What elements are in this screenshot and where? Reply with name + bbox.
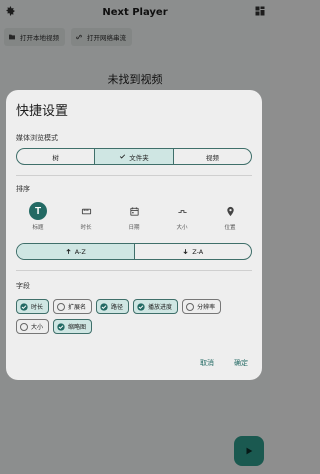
- fields-row: 时长 扩展名 路径 播放进度 分辨率: [16, 299, 252, 314]
- unchecked-circle-icon: [20, 322, 28, 331]
- sort-title-label: 标题: [32, 225, 44, 231]
- field-duration-label: 时长: [31, 304, 44, 311]
- confirm-button[interactable]: 确定: [234, 358, 248, 368]
- browse-mode-label: 媒体浏览模式: [16, 134, 58, 142]
- field-progress-chip[interactable]: 播放进度: [133, 299, 179, 314]
- browse-mode-video-label: 视频: [205, 153, 219, 162]
- field-size-label: 大小: [31, 324, 44, 331]
- fields-group: 时长 扩展名 路径 播放进度 分辨率 大小 缩略图: [16, 299, 252, 339]
- sort-by-location[interactable]: 位置: [212, 202, 248, 231]
- sort-options: T 标题 时长 日期 大小 位置: [16, 202, 252, 231]
- unchecked-circle-icon: [57, 302, 66, 311]
- dialog-actions: 取消 确定: [200, 358, 248, 368]
- fields-label: 字段: [16, 282, 30, 290]
- quick-settings-dialog: 快捷设置 媒体浏览模式 树 文件夹 视频 排序 T 标题 时长 日期 大小 位置: [6, 90, 262, 380]
- location-pin-icon: [226, 206, 234, 216]
- sort-order-asc[interactable]: A-Z: [17, 244, 135, 259]
- sort-label: 排序: [16, 185, 30, 193]
- field-duration-chip[interactable]: 时长: [16, 299, 50, 314]
- check-circle-icon: [137, 302, 145, 311]
- calendar-icon: [129, 206, 139, 216]
- sort-by-duration[interactable]: 时长: [68, 202, 104, 231]
- sort-duration-label: 时长: [80, 225, 92, 231]
- browse-mode-tree-label: 树: [52, 153, 59, 162]
- browse-mode-segmented: 树 文件夹 视频: [16, 148, 252, 165]
- size-icon: [177, 209, 187, 213]
- unchecked-circle-icon: [186, 302, 195, 311]
- divider: [16, 175, 252, 176]
- sort-by-date[interactable]: 日期: [116, 202, 152, 231]
- check-circle-icon: [100, 302, 108, 311]
- sort-date-label: 日期: [128, 225, 140, 231]
- field-progress-label: 播放进度: [148, 304, 173, 311]
- field-extension-chip[interactable]: 扩展名: [53, 299, 93, 314]
- sort-by-title[interactable]: T 标题: [20, 202, 56, 231]
- duration-icon: [81, 208, 91, 214]
- field-resolution-chip[interactable]: 分辨率: [182, 299, 222, 314]
- cancel-button[interactable]: 取消: [200, 358, 214, 368]
- sort-size-label: 大小: [176, 225, 188, 231]
- divider: [16, 270, 252, 271]
- sort-location-label: 位置: [224, 225, 236, 231]
- fields-row: 大小 缩略图: [16, 319, 252, 334]
- field-thumbnail-label: 缩略图: [68, 324, 87, 331]
- browse-mode-folder[interactable]: 文件夹: [95, 149, 174, 164]
- browse-mode-tree[interactable]: 树: [17, 149, 96, 164]
- field-path-chip[interactable]: 路径: [96, 299, 130, 314]
- field-extension-label: 扩展名: [68, 304, 87, 311]
- arrow-up-icon: [66, 248, 71, 254]
- check-icon: [120, 154, 126, 159]
- field-size-chip[interactable]: 大小: [16, 319, 50, 334]
- check-circle-icon: [57, 322, 65, 331]
- sort-order-desc-label: Z-A: [192, 247, 204, 256]
- field-resolution-label: 分辨率: [197, 304, 216, 311]
- arrow-down-icon: [183, 249, 188, 255]
- sort-order-desc[interactable]: Z-A: [135, 244, 252, 259]
- sort-by-size[interactable]: 大小: [164, 202, 200, 231]
- field-path-label: 路径: [111, 304, 124, 311]
- sort-order-asc-label: A-Z: [74, 247, 86, 256]
- sort-order-segmented: A-Z Z-A: [16, 243, 252, 260]
- title-t-icon: T: [29, 202, 47, 220]
- dialog-title: 快捷设置: [16, 104, 69, 119]
- field-thumbnail-chip[interactable]: 缩略图: [53, 319, 93, 334]
- browse-mode-video[interactable]: 视频: [174, 149, 251, 164]
- check-circle-icon: [20, 302, 28, 311]
- browse-mode-folder-label: 文件夹: [129, 153, 149, 162]
